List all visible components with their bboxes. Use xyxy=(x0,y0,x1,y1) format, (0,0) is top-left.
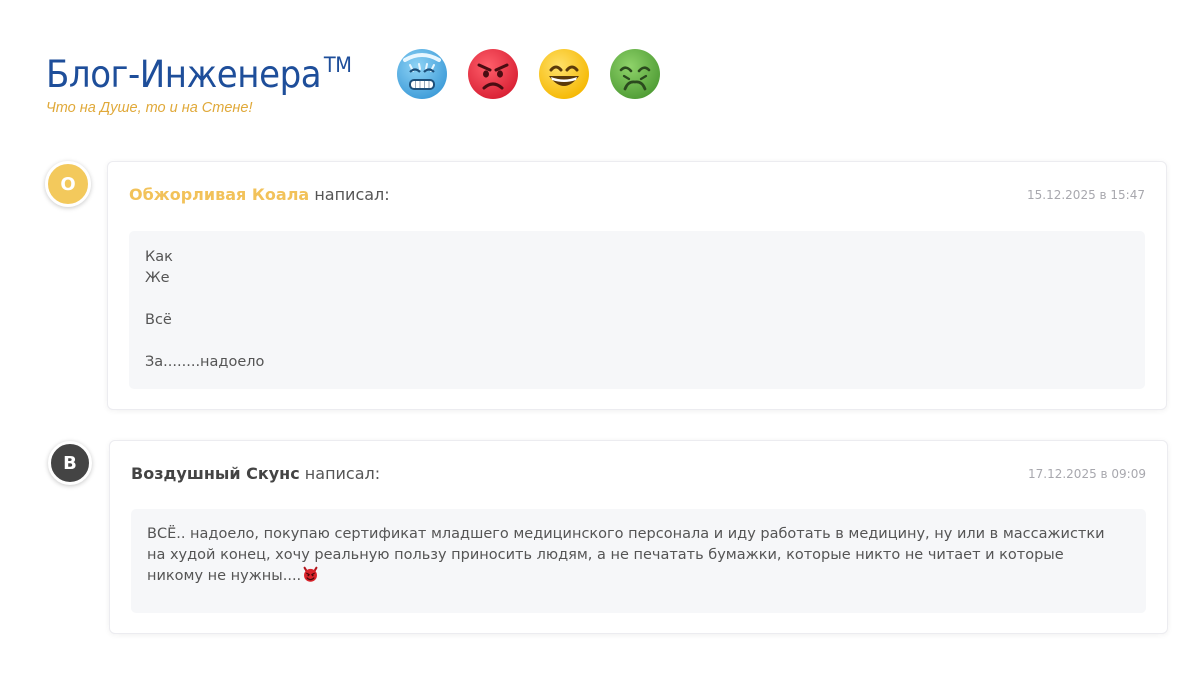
site-logo[interactable]: Блог-Инженера TM Что на Душе, то и на Сте… xyxy=(46,42,386,116)
avatar-letter: О xyxy=(60,173,76,195)
smiling-devil-emoji xyxy=(303,566,318,582)
comment-line xyxy=(145,331,1129,352)
comment-header: Обжорливая Коала написал: 15.12.2025 в 1… xyxy=(129,185,1145,207)
comment-line: Же xyxy=(145,270,170,286)
comment-text: ВСЁ.. надоело, покупаю сертификат младше… xyxy=(147,526,1105,584)
comment-date: 15.12.2025 в 15:47 xyxy=(1027,188,1145,202)
comment-card: Воздушный Скунс написал: 17.12.2025 в 09… xyxy=(109,440,1168,634)
site-title: Блог-Инженера TM xyxy=(46,53,352,96)
author-line: Воздушный Скунс написал: xyxy=(131,464,380,483)
angry-face-emoji[interactable] xyxy=(467,48,519,100)
author-name[interactable]: Воздушный Скунс xyxy=(131,464,300,483)
reaction-bar xyxy=(396,48,661,100)
author-action: написал: xyxy=(304,464,381,483)
comment-body: Как Же Всё За........надоело xyxy=(129,231,1145,389)
nauseated-face-emoji[interactable] xyxy=(609,48,661,100)
avatar-letter: В xyxy=(63,452,77,474)
author-action: написал: xyxy=(314,185,390,204)
author-line: Обжорливая Коала написал: xyxy=(129,185,390,204)
comment-line xyxy=(145,289,1129,310)
author-name[interactable]: Обжорливая Коала xyxy=(129,185,309,204)
comment-line: Как xyxy=(145,249,173,265)
avatar[interactable]: О xyxy=(45,161,91,207)
comment-body: ВСЁ.. надоело, покупаю сертификат младше… xyxy=(131,509,1146,613)
comment-line: За........надоело xyxy=(145,354,265,370)
comment-date: 17.12.2025 в 09:09 xyxy=(1028,467,1146,481)
comment-header: Воздушный Скунс написал: 17.12.2025 в 09… xyxy=(131,464,1146,486)
page: Блог-Инженера TM Что на Душе, то и на Сте… xyxy=(0,0,1200,679)
comment-line: Всё xyxy=(145,312,172,328)
avatar[interactable]: В xyxy=(48,441,92,485)
grinning-face-emoji[interactable] xyxy=(538,48,590,100)
cold-face-emoji[interactable] xyxy=(396,48,448,100)
site-tagline: Что на Душе, то и на Стене! xyxy=(46,100,253,116)
comment-card: Обжорливая Коала написал: 15.12.2025 в 1… xyxy=(107,161,1167,410)
